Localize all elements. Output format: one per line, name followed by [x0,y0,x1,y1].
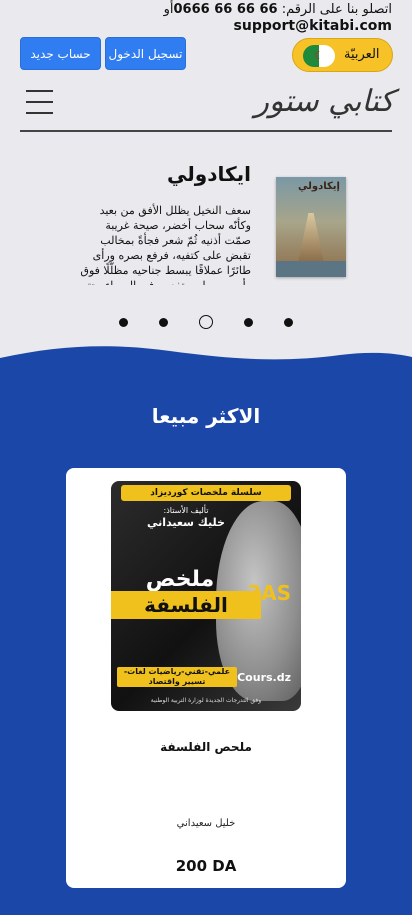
contact-bar: اتصلو بنا على الرقم: 0666 66 66 66أو sup… [0,0,412,36]
product-author: خليل سعيداني [176,818,236,829]
cover-main-title: ملخص [145,567,215,592]
cover-tracks: علمي-تقني-رياضيات لغات-تسيير واقتصاد [117,667,237,687]
slide-book-cover[interactable]: إيكادولي [276,177,346,277]
slide-title[interactable]: ايكادولي [167,162,251,186]
contact-phone-line: اتصلو بنا على الرقم: 0666 66 66 66أو [164,2,392,17]
cover-series: سلسلة ملخصات كورديزاد [121,485,291,501]
phone-number[interactable]: 0666 66 66 66 [174,2,278,17]
product-cover[interactable]: سلسلة ملخصات كورديزاد تأليف الأستاذ: خلي… [111,481,301,711]
product-card[interactable]: سلسلة ملخصات كورديزاد تأليف الأستاذ: خلي… [66,468,346,888]
slider-dot[interactable] [284,318,293,327]
slide-description: سعف النخيل يظلل الأفق من بعيد وكأنّه سحا… [79,204,251,285]
site-logo[interactable]: كتابي ستور [254,84,394,119]
algeria-flag-icon: ☾ [303,45,335,67]
cover-subject-band: الفلسفة [111,591,261,619]
login-button[interactable]: تسجيل الدخول [105,37,186,70]
slider-dot[interactable] [159,318,168,327]
support-email[interactable]: support@kitabi.com [234,18,392,34]
cover-footnote: وفق التدرجات الجديدة لوزارة التربية الوط… [150,697,262,704]
register-button[interactable]: حساب جديد [20,37,101,70]
section-wave [0,346,412,375]
slider-dots [0,314,412,332]
cover-level-badge: 3AS [247,581,291,605]
hamburger-menu-icon[interactable] [26,90,53,116]
language-switcher[interactable]: ☾ العربيّة [292,38,393,72]
contact-prefix: اتصلو بنا على الرقم: [281,2,392,17]
slider-dot[interactable] [119,318,128,327]
slide-cover-title: إيكادولي [298,181,340,192]
product-price: 200 DA [175,857,237,875]
cover-author: خليك سعيداني [147,516,225,529]
product-title[interactable]: ملحص الفلسفة [66,740,346,754]
header-divider [20,130,392,132]
slider-dot-active[interactable] [199,315,213,329]
language-label: العربيّة [344,47,380,62]
cover-author-label: تأليف الأستاذ: [163,506,209,515]
slider-dot[interactable] [244,318,253,327]
cover-brand-logo: Cours.dz [237,671,291,684]
bestsellers-title: الاكثر مبيعا [151,404,261,428]
contact-or: أو [163,2,174,17]
